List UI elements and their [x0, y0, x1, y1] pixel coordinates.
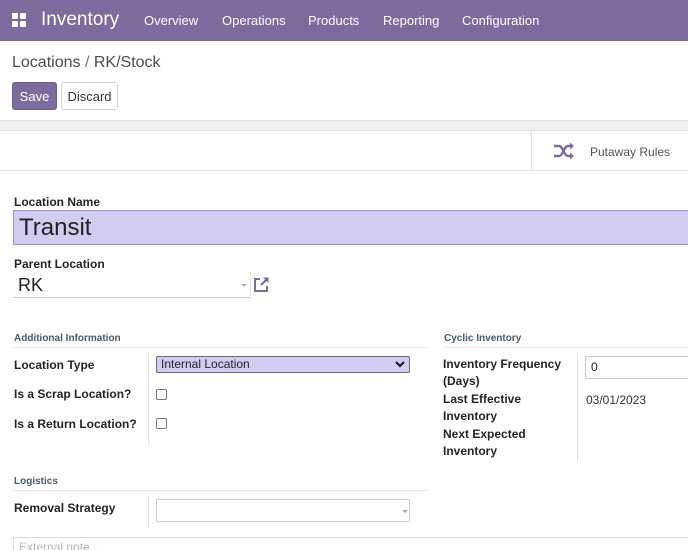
- last-effective-label-line2: Inventory: [443, 409, 498, 423]
- breadcrumb-parent[interactable]: Locations: [12, 54, 81, 71]
- putaway-rules-label: Putaway Rules: [590, 145, 671, 159]
- last-effective-label-line1: Last Effective: [443, 392, 522, 406]
- putaway-rules-button[interactable]: Putaway Rules: [531, 131, 688, 171]
- parent-location-label: Parent Location: [14, 257, 105, 271]
- menu-overview[interactable]: Overview: [144, 13, 198, 28]
- sheet-background: [0, 120, 688, 130]
- logistics-rule: [13, 490, 427, 491]
- logistics-title: Logistics: [14, 476, 58, 487]
- app-brand[interactable]: Inventory: [41, 9, 119, 31]
- menu-reporting[interactable]: Reporting: [383, 13, 439, 28]
- location-type-label: Location Type: [14, 358, 95, 372]
- parent-location-caret-icon[interactable]: [241, 284, 247, 287]
- inventory-frequency-label: Inventory Frequency (Days): [443, 356, 561, 390]
- external-note-field[interactable]: External note...: [13, 537, 688, 550]
- shuffle-icon: [554, 142, 574, 160]
- location-name-input[interactable]: Transit: [13, 210, 688, 245]
- logistics-divider: [148, 496, 149, 528]
- location-type-select[interactable]: Internal Location: [156, 356, 410, 373]
- removal-strategy-caret-icon: [402, 510, 408, 513]
- additional-info-rule: [13, 347, 427, 348]
- next-expected-label-line2: Inventory: [443, 444, 498, 458]
- breadcrumb-current: RK/Stock: [93, 54, 161, 71]
- top-navbar: Inventory Overview Operations Products R…: [0, 0, 688, 41]
- removal-strategy-input[interactable]: [156, 499, 410, 522]
- location-type-value: Internal Location: [161, 357, 250, 371]
- parent-location-input[interactable]: RK: [13, 272, 251, 298]
- external-link-icon[interactable]: [252, 276, 270, 294]
- menu-configuration[interactable]: Configuration: [462, 13, 539, 28]
- control-panel: Locations / RK/Stock Save Discard: [0, 41, 688, 120]
- save-button[interactable]: Save: [12, 82, 57, 110]
- menu-products[interactable]: Products: [308, 13, 359, 28]
- last-effective-inventory-label: Last Effective Inventory: [443, 391, 521, 425]
- scrap-location-label: Is a Scrap Location?: [14, 387, 132, 401]
- inventory-frequency-label-line1: Inventory Frequency: [443, 357, 562, 371]
- additional-info-title: Additional Information: [14, 333, 121, 344]
- last-effective-inventory-value: 03/01/2023: [586, 393, 647, 407]
- menu-operations[interactable]: Operations: [222, 13, 286, 28]
- next-expected-label-line1: Next Expected: [443, 427, 526, 441]
- button-box: Putaway Rules: [0, 130, 688, 171]
- inventory-frequency-input[interactable]: 0: [585, 356, 688, 379]
- return-location-label: Is a Return Location?: [14, 417, 137, 431]
- scrap-location-checkbox[interactable]: [156, 389, 167, 400]
- inventory-frequency-label-line2: (Days): [443, 374, 480, 388]
- additional-info-divider: [148, 353, 149, 445]
- cyclic-inventory-title: Cyclic Inventory: [444, 333, 522, 344]
- removal-strategy-label: Removal Strategy: [14, 501, 116, 515]
- location-name-label: Location Name: [14, 195, 101, 209]
- chevron-down-icon: [395, 361, 405, 368]
- breadcrumb-separator: /: [84, 54, 90, 71]
- cyclic-inventory-rule: [443, 347, 688, 348]
- apps-grid-icon[interactable]: [12, 13, 26, 27]
- discard-button[interactable]: Discard: [61, 82, 118, 110]
- next-expected-inventory-label: Next Expected Inventory: [443, 426, 526, 460]
- cyclic-inventory-divider: [577, 353, 578, 460]
- return-location-checkbox[interactable]: [156, 418, 167, 429]
- breadcrumb: Locations / RK/Stock: [12, 54, 161, 72]
